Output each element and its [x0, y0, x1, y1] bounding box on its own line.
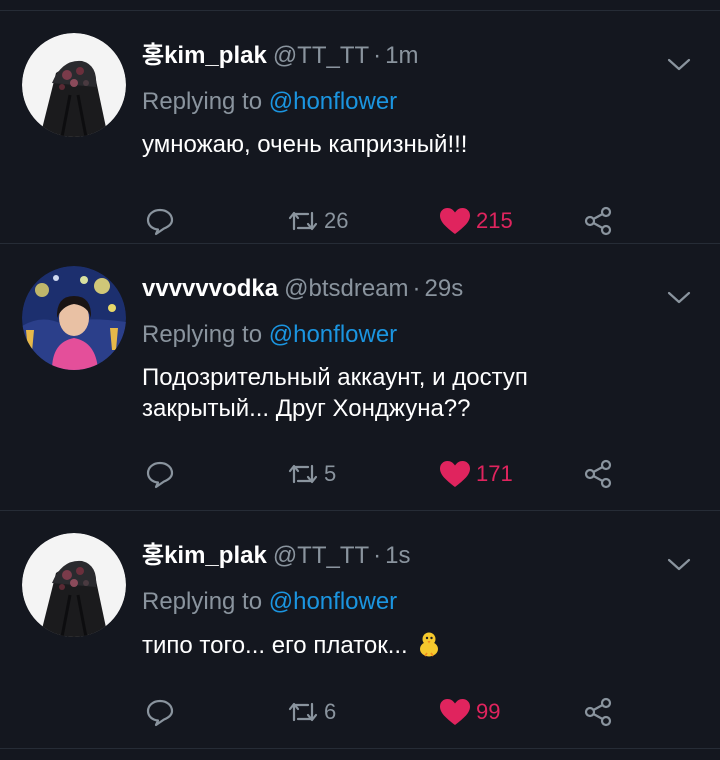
handle[interactable]: @TT_TT: [273, 542, 369, 569]
tweet-text: типо того... его платок...: [142, 632, 408, 659]
reply-button[interactable]: [144, 201, 176, 241]
reply-button[interactable]: [144, 692, 176, 732]
tweet[interactable]: 홍kim_plak @TT_TT · 1m Replying to @honflowe…: [0, 11, 720, 244]
like-button[interactable]: 171: [438, 454, 513, 494]
tweet[interactable]: vvvvvvodka @btsdream · 29s Replying to @hon…: [0, 244, 720, 511]
display-name[interactable]: 홍kim_plak: [142, 542, 267, 569]
chick-emoji: [419, 632, 438, 657]
share-icon: [584, 697, 612, 727]
retweet-button[interactable]: 5: [286, 454, 336, 494]
timestamp[interactable]: 29s: [425, 275, 464, 302]
tweet-header: 홍kim_plak @TT_TT · 1s: [142, 541, 700, 571]
handle[interactable]: @btsdream: [284, 275, 408, 302]
retweet-count: 26: [324, 208, 349, 233]
mention-link[interactable]: @honflower: [269, 88, 397, 115]
replying-to: Replying to @honflower: [142, 587, 700, 617]
replying-label: Replying to: [142, 588, 263, 615]
dot-separator: ·: [373, 542, 382, 569]
like-button[interactable]: 215: [438, 201, 513, 241]
retweet-count: 6: [324, 699, 337, 724]
retweet-icon: [288, 211, 318, 231]
share-button[interactable]: [582, 692, 614, 732]
like-button[interactable]: 99: [438, 692, 500, 732]
chevron-down-icon[interactable]: [666, 551, 692, 577]
avatar[interactable]: [22, 33, 126, 137]
mention-link[interactable]: @honflower: [269, 588, 397, 615]
tweet-actions: 26 215: [142, 201, 700, 241]
avatar[interactable]: [22, 266, 126, 370]
chevron-down-icon[interactable]: [666, 51, 692, 77]
tweet-text-line: типо того... его платок...: [142, 629, 700, 661]
like-count: 99: [476, 699, 501, 724]
avatar[interactable]: [22, 533, 126, 637]
reply-icon: [146, 699, 174, 727]
mention-link[interactable]: @honflower: [269, 321, 397, 348]
heart-icon: [440, 699, 470, 725]
share-icon: [584, 459, 612, 489]
retweet-button[interactable]: 26: [286, 201, 348, 241]
reply-icon: [146, 461, 174, 489]
tweet-header: vvvvvvodka @btsdream · 29s: [142, 274, 700, 304]
dot-separator: ·: [373, 42, 382, 69]
replying-to: Replying to @honflower: [142, 320, 700, 350]
share-button[interactable]: [582, 201, 614, 241]
timestamp[interactable]: 1m: [385, 42, 418, 69]
tweet-text: умножаю, очень капризный!!!: [142, 131, 468, 158]
tweet[interactable]: 홍kim_plak @TT_TT · 1s Replying to @honflowe…: [0, 511, 720, 749]
chevron-down-icon[interactable]: [666, 284, 692, 310]
tweet-header: 홍kim_plak @TT_TT · 1m: [142, 41, 700, 71]
retweet-icon: [288, 464, 318, 484]
share-icon: [584, 206, 612, 236]
handle[interactable]: @TT_TT: [273, 42, 369, 69]
dot-separator: ·: [412, 275, 421, 302]
retweet-count: 5: [324, 461, 337, 486]
tweet-actions: 6 99: [142, 692, 700, 732]
top-divider: [0, 0, 720, 11]
heart-icon: [440, 208, 470, 234]
replying-label: Replying to: [142, 88, 263, 115]
like-count: 215: [476, 208, 513, 233]
heart-icon: [440, 461, 470, 487]
display-name[interactable]: 홍kim_plak: [142, 42, 267, 69]
replying-label: Replying to: [142, 321, 263, 348]
retweet-button[interactable]: 6: [286, 692, 336, 732]
share-button[interactable]: [582, 454, 614, 494]
replying-to: Replying to @honflower: [142, 87, 700, 117]
timestamp[interactable]: 1s: [385, 542, 410, 569]
tweet-text: Подозрительный аккаунт, и доступ закрыты…: [142, 364, 528, 422]
like-count: 171: [476, 461, 513, 486]
display-name[interactable]: vvvvvvodka: [142, 275, 278, 302]
retweet-icon: [288, 702, 318, 722]
reply-button[interactable]: [144, 454, 176, 494]
reply-icon: [146, 208, 174, 236]
tweet-actions: 5 171: [142, 454, 700, 494]
